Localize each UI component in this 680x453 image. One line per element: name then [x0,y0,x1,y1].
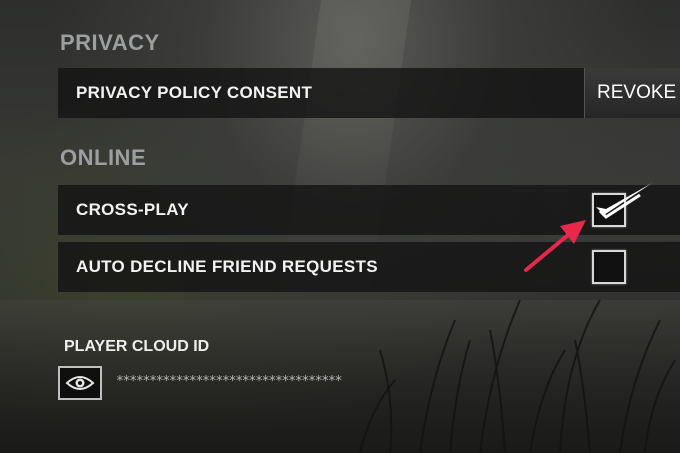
crossplay-checkbox[interactable] [592,183,652,227]
checkmark-icon [596,183,652,219]
crossplay-row[interactable]: CROSS-PLAY [58,183,680,235]
privacy-policy-row: PRIVACY POLICY CONSENT REVOKE [58,68,680,118]
player-cloud-id-value: ********************************** [116,374,343,389]
online-section-title: ONLINE [60,145,147,170]
auto-decline-row[interactable]: AUTO DECLINE FRIEND REQUESTS [58,242,680,292]
eye-icon [65,376,95,390]
player-cloud-id-label: PLAYER CLOUD ID [64,338,210,355]
auto-decline-label: AUTO DECLINE FRIEND REQUESTS [76,257,378,276]
reveal-id-button[interactable] [58,366,102,400]
crossplay-label: CROSS-PLAY [76,200,189,219]
auto-decline-checkbox[interactable] [592,250,626,284]
privacy-section-title: PRIVACY [60,30,160,55]
revoke-button[interactable]: REVOKE [584,68,680,118]
privacy-policy-label: PRIVACY POLICY CONSENT [76,83,313,102]
